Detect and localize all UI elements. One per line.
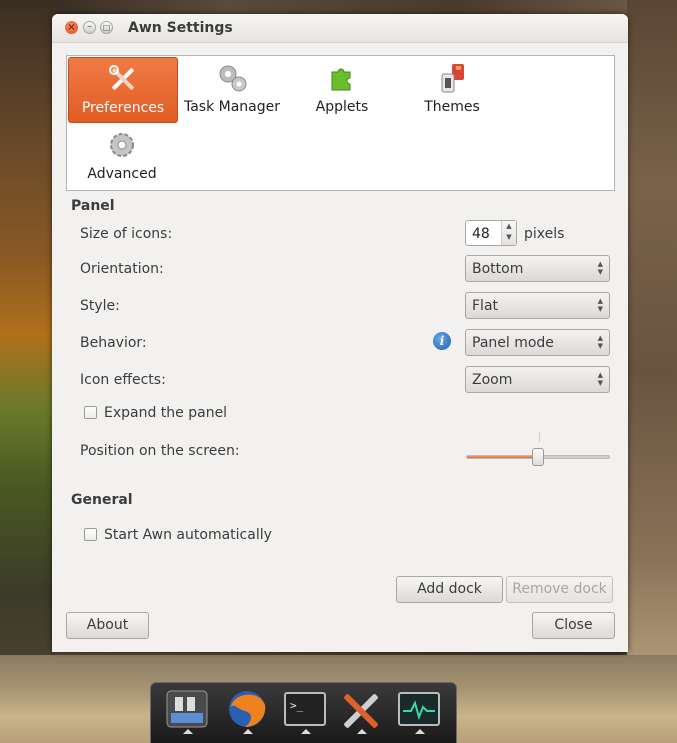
tools-icon — [344, 694, 378, 728]
running-indicator-icon — [183, 729, 193, 734]
desktop-background-top — [55, 0, 627, 14]
tab-applets[interactable]: Applets — [288, 57, 396, 121]
position-label: Position on the screen: — [80, 443, 240, 459]
themes-icon — [441, 64, 464, 93]
behavior-label: Behavior: — [80, 335, 147, 351]
panel-section-title: Panel — [71, 198, 115, 214]
firefox-icon — [229, 691, 266, 727]
spinner-arrows-icon[interactable]: ▲ ▼ — [501, 221, 516, 245]
awn-settings-window: × – □ Awn Settings Preferences Task Mana… — [52, 14, 628, 652]
awn-settings-icon — [166, 690, 208, 728]
running-indicator-icon — [301, 729, 311, 734]
tab-label: Themes — [424, 99, 480, 115]
tab-advanced[interactable]: Advanced — [68, 124, 176, 188]
tab-preferences[interactable]: Preferences — [68, 57, 178, 123]
running-indicator-icon — [357, 729, 367, 734]
style-combo[interactable]: Flat ▲ ▼ — [465, 292, 610, 319]
desktop-background-left — [0, 0, 55, 743]
position-slider-handle[interactable] — [532, 448, 544, 466]
running-indicator-icon — [415, 729, 425, 734]
tab-label: Advanced — [87, 166, 157, 182]
expand-panel-checkbox[interactable] — [84, 406, 97, 419]
orientation-label: Orientation: — [80, 261, 164, 277]
icon-effects-label: Icon effects: — [80, 372, 166, 388]
close-button[interactable]: Close — [532, 612, 615, 639]
tab-label: Preferences — [81, 100, 165, 116]
puzzle-icon — [331, 68, 351, 91]
window-title: Awn Settings — [128, 20, 233, 36]
gear-icon — [110, 133, 134, 157]
icon-effects-value: Zoom — [472, 372, 513, 388]
style-label: Style: — [80, 298, 120, 314]
dock-item-awn-settings[interactable] — [163, 687, 211, 735]
maximize-window-button[interactable]: □ — [100, 21, 113, 34]
general-section-title: General — [71, 492, 133, 508]
size-unit-label: pixels — [524, 226, 565, 242]
autostart-label: Start Awn automatically — [104, 527, 272, 543]
behavior-value: Panel mode — [472, 335, 554, 351]
dock-item-tools[interactable] — [337, 687, 385, 735]
combo-arrows-icon: ▲ ▼ — [597, 371, 603, 387]
about-button[interactable]: About — [66, 612, 149, 639]
dock-item-terminal[interactable]: >_ — [281, 687, 329, 735]
tab-label: Task Manager — [183, 99, 281, 115]
tab-label: Applets — [315, 99, 369, 115]
behavior-combo[interactable]: Panel mode ▲ ▼ — [465, 329, 610, 356]
add-dock-button[interactable]: Add dock — [396, 576, 503, 603]
combo-arrows-icon: ▲ ▼ — [597, 297, 603, 313]
running-indicator-icon — [243, 729, 253, 734]
slider-center-mark — [539, 432, 540, 442]
expand-panel-label: Expand the panel — [104, 405, 228, 421]
remove-dock-button[interactable]: Remove dock — [506, 576, 613, 603]
tab-task-manager[interactable]: Task Manager — [178, 57, 286, 121]
minimize-window-button[interactable]: – — [83, 21, 96, 34]
orientation-value: Bottom — [472, 261, 524, 277]
awn-dock: >_ — [150, 682, 457, 743]
desktop-background-right — [627, 0, 677, 743]
dock-item-system-monitor[interactable] — [395, 687, 443, 735]
combo-arrows-icon: ▲ ▼ — [597, 334, 603, 350]
gears-icon — [219, 65, 247, 92]
size-of-icons-value: 48 — [472, 226, 490, 242]
combo-arrows-icon: ▲ ▼ — [597, 260, 603, 276]
system-monitor-icon — [398, 692, 440, 726]
orientation-combo[interactable]: Bottom ▲ ▼ — [465, 255, 610, 282]
tools-icon — [109, 65, 134, 90]
title-bar[interactable]: × – □ Awn Settings — [52, 14, 628, 43]
terminal-icon: >_ — [284, 692, 326, 726]
position-slider-fill — [467, 456, 538, 458]
style-value: Flat — [472, 298, 499, 314]
autostart-checkbox[interactable] — [84, 528, 97, 541]
close-window-button[interactable]: × — [65, 21, 78, 34]
icon-effects-combo[interactable]: Zoom ▲ ▼ — [465, 366, 610, 393]
dock-item-firefox[interactable] — [223, 687, 271, 735]
size-of-icons-spinner[interactable]: 48 ▲ ▼ — [465, 220, 517, 246]
category-icon-view: Preferences Task Manager Applets Themes … — [66, 55, 615, 191]
tab-themes[interactable]: Themes — [398, 57, 506, 121]
size-of-icons-label: Size of icons: — [80, 226, 173, 242]
info-icon[interactable]: i — [433, 332, 451, 350]
svg-text:>_: >_ — [290, 699, 304, 712]
